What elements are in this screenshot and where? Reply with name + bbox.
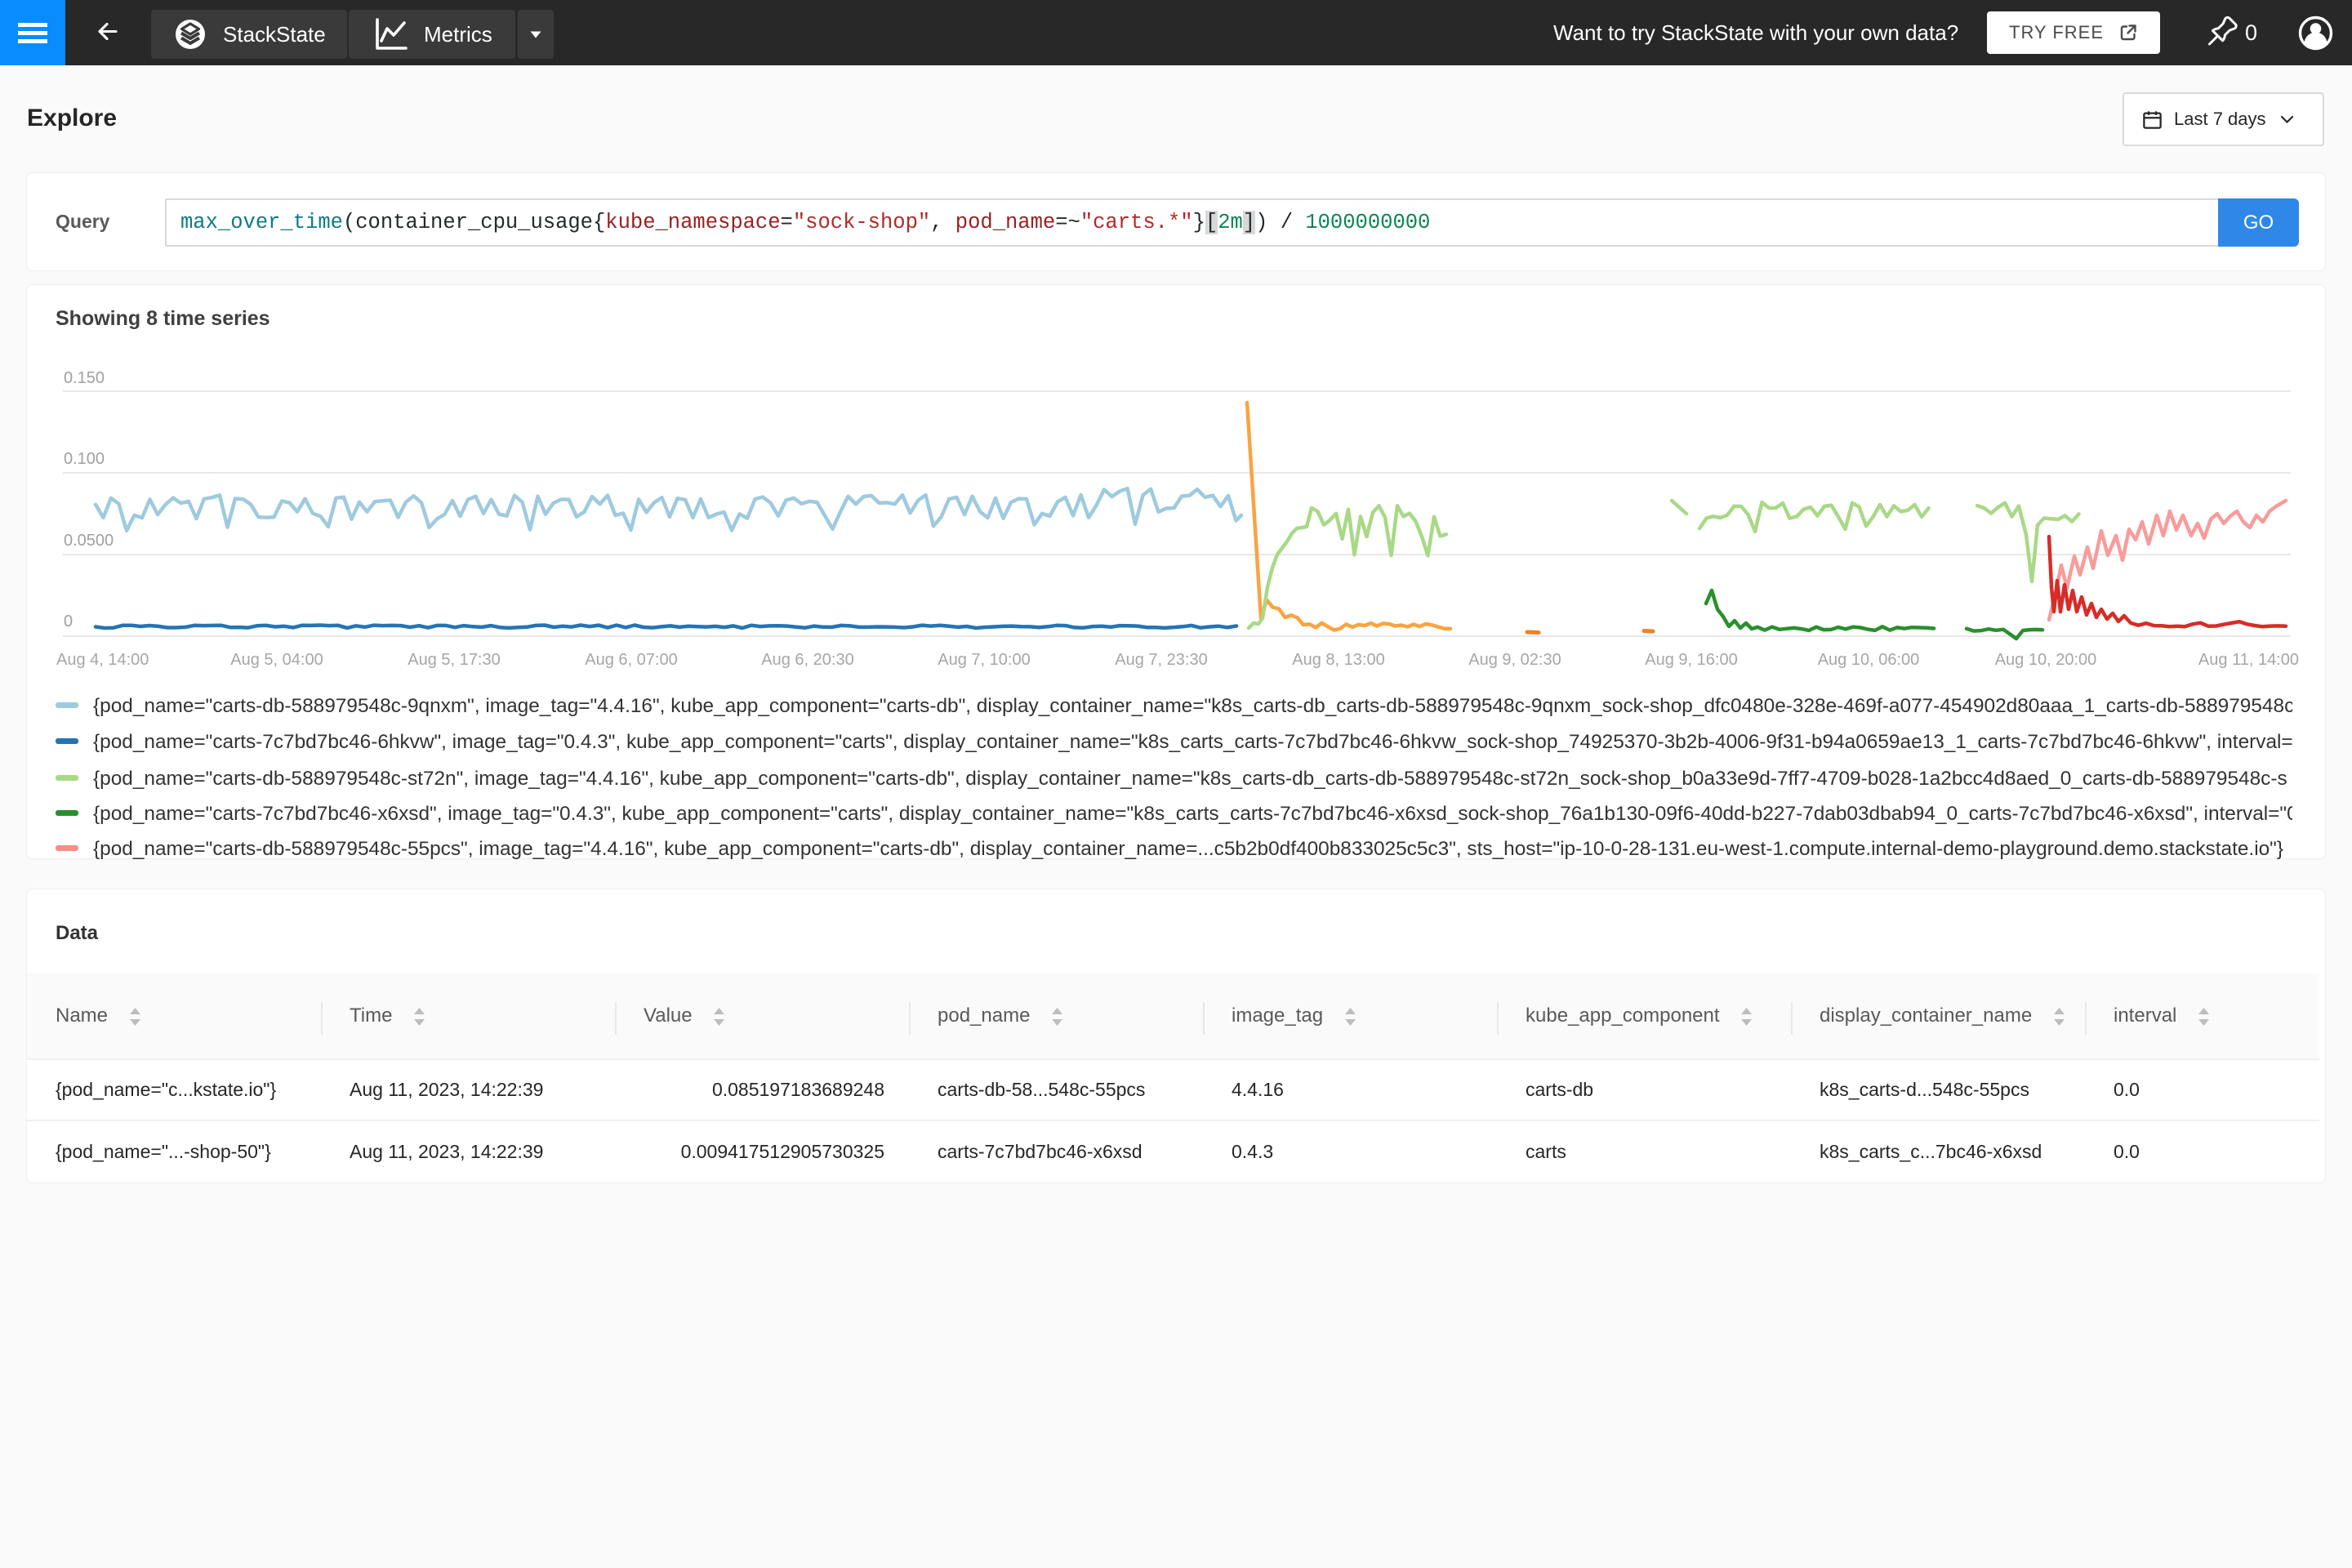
svg-text:Aug 10, 06:00: Aug 10, 06:00 bbox=[1818, 651, 1920, 669]
svg-text:0.0500: 0.0500 bbox=[64, 532, 114, 550]
svg-text:Aug 7, 10:00: Aug 7, 10:00 bbox=[938, 651, 1030, 669]
svg-text:Aug 5, 04:00: Aug 5, 04:00 bbox=[230, 651, 323, 669]
svg-text:Aug 4, 14:00: Aug 4, 14:00 bbox=[56, 651, 149, 669]
svg-text:Aug 6, 20:30: Aug 6, 20:30 bbox=[761, 651, 853, 669]
svg-text:0.150: 0.150 bbox=[64, 369, 105, 387]
svg-text:Aug 9, 16:00: Aug 9, 16:00 bbox=[1645, 651, 1737, 669]
svg-text:Aug 8, 13:00: Aug 8, 13:00 bbox=[1292, 651, 1384, 669]
svg-text:Aug 10, 20:00: Aug 10, 20:00 bbox=[1995, 651, 2097, 669]
svg-text:0: 0 bbox=[64, 612, 73, 630]
svg-text:Aug 11, 14:00: Aug 11, 14:00 bbox=[2198, 651, 2299, 669]
svg-text:0.100: 0.100 bbox=[64, 450, 105, 468]
svg-text:Aug 9, 02:30: Aug 9, 02:30 bbox=[1468, 651, 1561, 669]
svg-text:Aug 7, 23:30: Aug 7, 23:30 bbox=[1115, 651, 1207, 669]
svg-text:Aug 5, 17:30: Aug 5, 17:30 bbox=[408, 651, 500, 669]
svg-text:Aug 6, 07:00: Aug 6, 07:00 bbox=[585, 651, 677, 669]
